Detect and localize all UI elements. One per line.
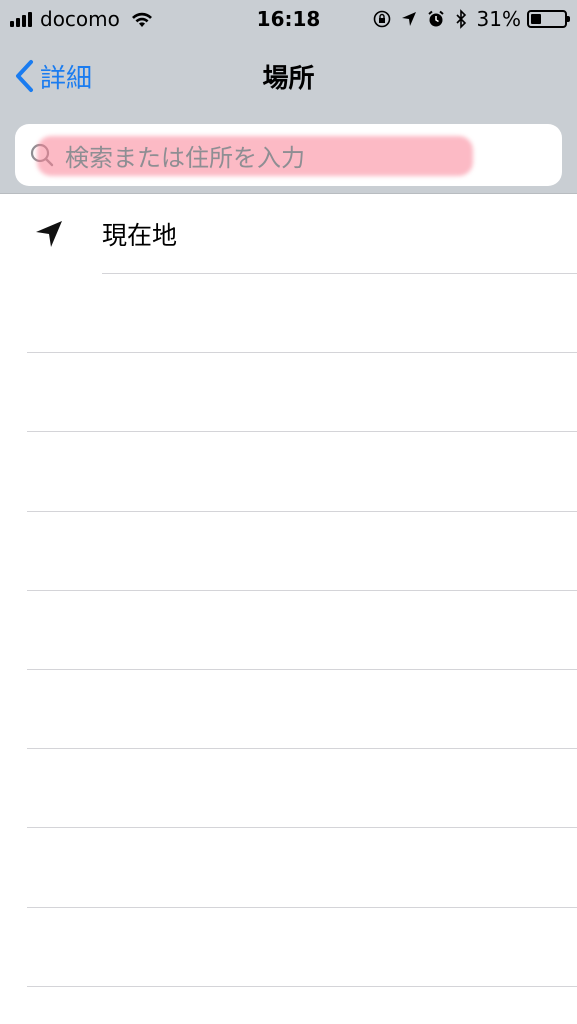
wifi-icon — [131, 12, 152, 27]
bluetooth-icon — [455, 9, 467, 29]
list-item-label: 現在地 — [102, 221, 178, 250]
status-left: docomo — [10, 0, 154, 38]
location-arrow-icon — [34, 219, 64, 253]
alarm-icon — [427, 10, 445, 28]
row-separator — [27, 907, 577, 908]
row-separator — [27, 669, 577, 670]
back-button-label: 詳細 — [40, 63, 93, 94]
location-arrow-icon — [401, 11, 417, 27]
location-list: 現在地 — [0, 195, 577, 987]
status-right: 31% — [363, 0, 570, 38]
battery-percent: 31% — [476, 7, 521, 31]
row-separator — [27, 986, 577, 987]
row-separator — [27, 590, 577, 591]
row-separator — [27, 431, 577, 432]
battery-level-fill — [531, 14, 541, 24]
search-placeholder: 検索または住所を入力 — [65, 143, 305, 172]
row-separator — [27, 827, 577, 828]
list-item-current-location[interactable]: 現在地 — [0, 195, 577, 273]
carrier-name: docomo — [40, 7, 120, 31]
row-separator — [102, 273, 577, 274]
search-input[interactable]: 検索または住所を入力 — [15, 124, 562, 186]
row-separator — [27, 352, 577, 353]
row-separator — [27, 511, 577, 512]
status-bar: docomo 16:18 31% — [0, 0, 577, 38]
navigation-bar: 詳細 場所 — [0, 38, 577, 116]
search-area: 検索または住所を入力 — [0, 116, 577, 194]
back-button[interactable]: 詳細 — [14, 56, 92, 96]
rotation-lock-icon — [373, 10, 391, 28]
row-separator — [27, 748, 577, 749]
chevron-left-icon — [16, 60, 33, 92]
battery-icon — [527, 10, 570, 28]
signal-bars-icon — [10, 11, 34, 27]
